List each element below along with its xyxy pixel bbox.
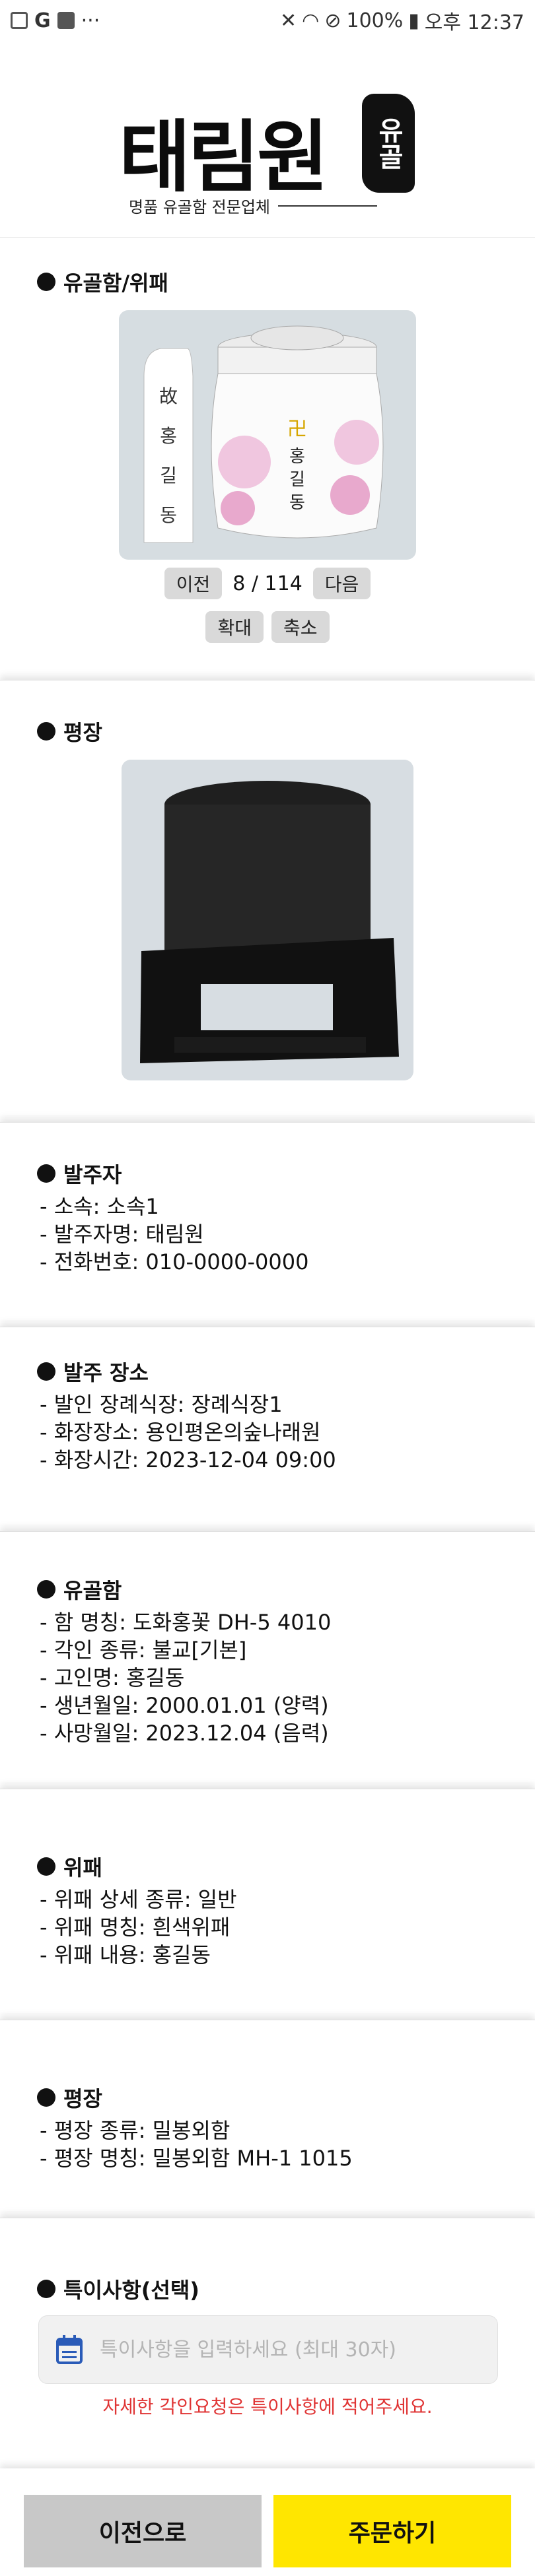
bullet-icon — [37, 1362, 55, 1381]
info-line: - 함 명칭: 도화홍꽃 DH-5 4010 — [40, 1610, 332, 1635]
info-line: - 소속: 소속1 — [40, 1194, 159, 1219]
section-title: 발주 장소 — [37, 1356, 149, 1387]
logo: 태림원 — [119, 111, 329, 203]
section-title: 평장 — [37, 716, 102, 746]
zoom-in-button[interactable]: 확대 — [205, 611, 264, 643]
bullet-icon — [37, 2088, 55, 2107]
app-header: 태림원 유골 명품 유골함 전문업체 — [0, 41, 535, 238]
info-line: - 위패 명칭: 흰색위패 — [40, 1915, 231, 1940]
tablet-info: - 위패 상세 종류: 일반 - 위패 명칭: 흰색위패 - 위패 내용: 홍길… — [40, 1886, 237, 1969]
order-button[interactable]: 주문하기 — [273, 2495, 511, 2567]
svg-text:卍: 卍 — [287, 418, 307, 441]
battery-percent: 100% — [346, 9, 404, 32]
svg-text:故: 故 — [159, 385, 178, 407]
info-line: - 발인 장례식장: 장례식장1 — [40, 1392, 283, 1417]
tablet-section: 위패 - 위패 상세 종류: 일반 - 위패 명칭: 흰색위패 - 위패 내용:… — [0, 1789, 535, 2013]
clock: 오후 12:37 — [424, 11, 524, 34]
info-line: - 각인 종류: 불교[기본] — [40, 1637, 247, 1663]
svg-text:동: 동 — [289, 493, 305, 513]
urn-info: - 함 명칭: 도화홍꽃 DH-5 4010 - 각인 종류: 불교[기본] -… — [40, 1608, 331, 1747]
bullet-icon — [37, 722, 55, 741]
svg-text:홍: 홍 — [289, 447, 305, 467]
info-line: - 평장 명칭: 밀봉외함 MH-1 1015 — [40, 2146, 353, 2171]
info-line: - 위패 내용: 홍길동 — [40, 1942, 211, 1967]
info-line: - 고인명: 홍길동 — [40, 1665, 185, 1690]
bullet-icon — [37, 273, 55, 291]
platform-section: 평장 — [0, 680, 535, 1115]
section-title: 위패 — [37, 1851, 102, 1882]
info-line: - 화장시간: 2023-12-04 09:00 — [40, 1447, 336, 1472]
more-notifications-icon: ··· — [81, 9, 100, 32]
bullet-icon — [37, 2280, 55, 2298]
bullet-icon — [37, 1164, 55, 1183]
section-title: 특이사항(선택) — [37, 2274, 199, 2304]
section-title: 유골함 — [37, 1574, 122, 1604]
section-title: 발주자 — [37, 1158, 122, 1189]
svg-text:홍: 홍 — [160, 425, 177, 447]
wifi-icon: ◠ — [302, 9, 320, 32]
notes-field[interactable] — [38, 2315, 498, 2384]
platform-image[interactable] — [122, 760, 413, 1080]
order-place-section: 발주 장소 - 발인 장례식장: 장례식장1 - 화장장소: 용인평온의숲나래원… — [0, 1327, 535, 1525]
blocked-icon: ⊘ — [324, 9, 341, 32]
next-image-button[interactable]: 다음 — [312, 568, 371, 599]
urn-plaque-image[interactable]: 故 홍 길 동 卍 홍 길 동 — [119, 310, 416, 560]
mute-icon: ✕ — [280, 9, 297, 32]
platform-details: - 평장 종류: 밀봉외함 - 평장 명칭: 밀봉외함 MH-1 1015 — [40, 2117, 353, 2172]
google-icon: G — [34, 9, 51, 32]
logo-subtitle: 명품 유골함 전문업체 — [129, 194, 377, 217]
urn-section: 유골함 - 함 명칭: 도화홍꽃 DH-5 4010 - 각인 종류: 불교[기… — [0, 1531, 535, 1782]
urn-plaque-section: 유골함/위패 故 홍 길 동 卍 홍 길 동 이전 8 / 114 다음 확대 … — [0, 238, 535, 673]
svg-text:길: 길 — [289, 470, 305, 490]
notes-hint: 자세한 각인요청은 특이사항에 적어주세요. — [102, 2396, 433, 2418]
section-title: 유골함/위패 — [37, 267, 168, 297]
orderer-section: 발주자 - 소속: 소속1 - 발주자명: 태림원 - 전화번호: 010-00… — [0, 1122, 535, 1320]
info-line: - 화장장소: 용인평온의숲나래원 — [40, 1420, 321, 1445]
prev-image-button[interactable]: 이전 — [164, 568, 223, 599]
notification-icon — [11, 12, 28, 29]
info-line: - 발주자명: 태림원 — [40, 1222, 204, 1247]
info-line: - 전화번호: 010-0000-0000 — [40, 1249, 309, 1274]
bullet-icon — [37, 1580, 55, 1599]
info-line: - 생년월일: 2000.01.01 (양력) — [40, 1693, 329, 1718]
platform-info-section: 평장 - 평장 종류: 밀봉외함 - 평장 명칭: 밀봉외함 MH-1 1015 — [0, 2020, 535, 2211]
svg-text:길: 길 — [160, 465, 177, 486]
back-button[interactable]: 이전으로 — [24, 2495, 262, 2567]
notes-input[interactable] — [100, 2338, 470, 2361]
order-place-info: - 발인 장례식장: 장례식장1 - 화장장소: 용인평온의숲나래원 - 화장시… — [40, 1391, 336, 1474]
info-line: - 사망월일: 2023.12.04 (음력) — [40, 1721, 329, 1746]
info-line: - 평장 종류: 밀봉외함 — [40, 2118, 231, 2143]
logo-seal: 유골 — [362, 94, 415, 193]
svg-text:동: 동 — [160, 504, 177, 526]
app-notification-icon — [57, 12, 75, 29]
status-bar: G ··· ✕ ◠ ⊘ 100% ▮ 오후 12:37 — [0, 0, 535, 41]
calendar-icon — [56, 2335, 83, 2364]
battery-icon: ▮ — [408, 9, 419, 32]
orderer-info: - 소속: 소속1 - 발주자명: 태림원 - 전화번호: 010-0000-0… — [40, 1193, 308, 1276]
image-pager: 이전 8 / 114 다음 — [0, 568, 535, 599]
zoom-out-button[interactable]: 축소 — [271, 611, 330, 643]
bullet-icon — [37, 1857, 55, 1876]
info-line: - 위패 상세 종류: 일반 — [40, 1887, 237, 1912]
zoom-controls: 확대 축소 — [0, 611, 535, 643]
page-indicator: 8 / 114 — [232, 572, 303, 595]
section-title: 평장 — [37, 2082, 102, 2113]
